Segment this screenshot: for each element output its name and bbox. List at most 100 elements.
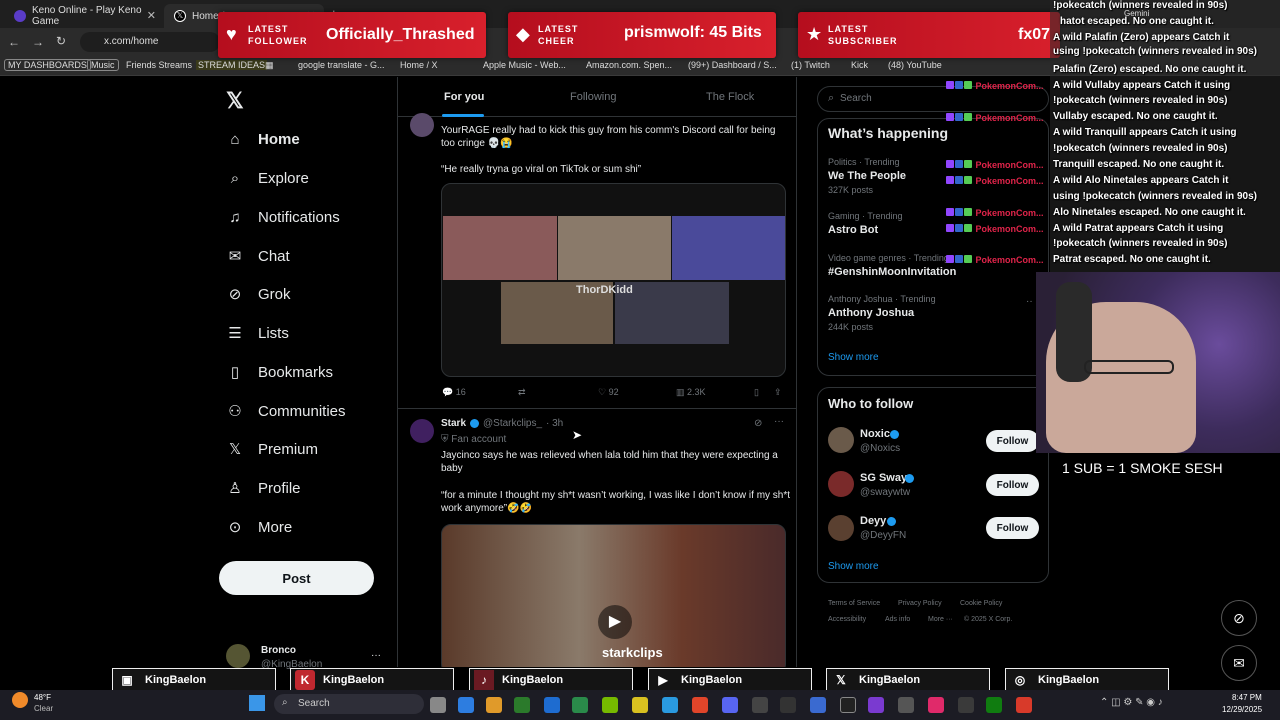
app-icon[interactable] xyxy=(958,697,974,713)
nav-communities[interactable]: ⚇ Communities xyxy=(226,396,345,426)
nav-explore[interactable]: ⌕ Explore xyxy=(226,163,309,193)
outlook-icon[interactable] xyxy=(544,697,560,713)
bookmark-item[interactable]: (1) Twitch xyxy=(791,60,830,70)
avatar[interactable] xyxy=(410,113,434,137)
like-button[interactable]: ♡ 92 xyxy=(598,387,619,398)
back-icon[interactable]: ← xyxy=(8,35,20,49)
follow-button[interactable]: Follow xyxy=(986,517,1039,539)
nav-premium[interactable]: 𝕏 Premium xyxy=(226,434,318,464)
trend-title[interactable]: #GenshinMoonInvitation xyxy=(828,266,956,278)
chrome-icon[interactable] xyxy=(692,697,708,713)
bookmark-item[interactable]: google translate - G... xyxy=(298,60,385,70)
trend-title[interactable]: Anthony Joshua xyxy=(828,307,914,319)
start-icon[interactable] xyxy=(249,695,265,711)
show-more-link[interactable]: Show more xyxy=(828,352,879,363)
nav-lists[interactable]: ☰ Lists xyxy=(226,318,289,348)
tab-following[interactable]: Following xyxy=(570,91,616,103)
x-app-icon[interactable] xyxy=(840,697,856,713)
trend-more-icon[interactable]: ·· xyxy=(1026,296,1033,307)
avatar[interactable] xyxy=(828,515,854,541)
tab-for-you[interactable]: For you xyxy=(444,91,484,103)
nav-chat[interactable]: ✉ Chat xyxy=(226,241,290,271)
store-icon[interactable] xyxy=(514,697,530,713)
follow-button[interactable]: Follow xyxy=(986,430,1039,452)
notes-icon[interactable] xyxy=(632,697,648,713)
app-icon[interactable] xyxy=(1016,697,1032,713)
taskbar-search[interactable]: ⌕ Search xyxy=(274,694,424,714)
footer-link[interactable]: Privacy Policy xyxy=(898,600,942,607)
nav-notifications[interactable]: ♫ Notifications xyxy=(226,202,339,232)
nav-grok[interactable]: ⊘ Grok xyxy=(226,279,291,309)
repost-icon[interactable]: ⇄ xyxy=(518,387,526,398)
bookmark-icon[interactable]: ▯ xyxy=(754,387,759,398)
clock-time[interactable]: 8:47 PM xyxy=(1232,693,1262,702)
apps-grid-icon[interactable]: ▦ xyxy=(265,60,274,71)
copilot-icon[interactable] xyxy=(458,697,474,713)
suggestion-name[interactable]: Deyy xyxy=(860,515,886,527)
more-options-icon[interactable]: ··· xyxy=(774,415,784,428)
tray-icons[interactable]: ⌃ ◫ ⚙ ✎ ◉ ♪ xyxy=(1100,697,1163,708)
bookmark-item[interactable]: Home / X xyxy=(400,60,438,70)
account-name[interactable]: Bronco xyxy=(261,645,296,656)
xbox-icon[interactable] xyxy=(986,697,1002,713)
post-button[interactable]: Post xyxy=(219,561,374,595)
nav-bookmarks[interactable]: ▯ Bookmarks xyxy=(226,357,333,387)
tweet-media-video[interactable]: ▶ starkclips xyxy=(441,524,786,667)
grok-icon[interactable]: ⊘ xyxy=(1221,600,1257,636)
discord-icon[interactable] xyxy=(722,697,738,713)
author-name[interactable]: Stark xyxy=(441,417,466,430)
follow-button[interactable]: Follow xyxy=(986,474,1039,496)
reload-icon[interactable]: ↻ xyxy=(56,34,66,48)
share-icon[interactable]: ⇪ xyxy=(774,387,782,398)
x-logo-icon[interactable]: 𝕏 xyxy=(226,88,244,114)
tweet-media-video[interactable]: ThorDKidd xyxy=(441,183,786,377)
bookmark-item[interactable]: Kick xyxy=(851,60,868,70)
url-field[interactable]: x.com/home xyxy=(80,32,220,52)
obs-icon[interactable] xyxy=(898,697,914,713)
bookmark-item[interactable]: MY DASHBOARDS xyxy=(4,59,91,71)
close-tab-icon[interactable]: ✕ xyxy=(147,9,156,22)
account-menu-icon[interactable]: ··· xyxy=(371,650,381,661)
footer-link[interactable]: More ··· xyxy=(928,616,953,623)
footer-link[interactable]: Cookie Policy xyxy=(960,600,1002,607)
edge-icon[interactable] xyxy=(662,697,678,713)
tab-keno[interactable]: Keno Online - Play Keno Game ✕ xyxy=(4,4,164,28)
play-icon[interactable]: ▶ xyxy=(598,605,632,639)
views-button[interactable]: ▥ 2.3K xyxy=(676,387,706,398)
show-more-link[interactable]: Show more xyxy=(828,561,879,572)
suggestion-name[interactable]: Noxic xyxy=(860,428,890,440)
avatar[interactable] xyxy=(828,427,854,453)
forward-icon[interactable]: → xyxy=(32,35,44,49)
app-icon[interactable] xyxy=(572,697,588,713)
tab-the-flock[interactable]: The Flock xyxy=(706,91,754,103)
nav-home[interactable]: ⌂ Home xyxy=(226,124,299,154)
nav-more[interactable]: ⊙ More xyxy=(226,512,292,542)
footer-link[interactable]: Terms of Service xyxy=(828,600,880,607)
bookmark-item[interactable]: (99+) Dashboard / S... xyxy=(688,60,777,70)
weather-icon[interactable] xyxy=(12,692,28,708)
bookmark-item[interactable]: Amazon.com. Spen... xyxy=(586,60,672,70)
app-icon[interactable] xyxy=(868,697,884,713)
bookmark-item[interactable]: STREAM IDEAS xyxy=(196,60,268,70)
trend-title[interactable]: We The People xyxy=(828,170,906,182)
avatar[interactable] xyxy=(828,471,854,497)
bookmark-item[interactable]: (48) YouTube xyxy=(888,60,942,70)
epic-games-icon[interactable] xyxy=(780,697,796,713)
avatar[interactable] xyxy=(410,419,434,443)
file-explorer-icon[interactable] xyxy=(486,697,502,713)
task-view-icon[interactable] xyxy=(430,697,446,713)
bookmark-item[interactable]: Apple Music - Web... xyxy=(483,60,566,70)
tweet-time[interactable]: · 3h xyxy=(546,417,563,430)
grok-icon[interactable]: ⊘ xyxy=(754,417,762,430)
reply-button[interactable]: 💬 16 xyxy=(442,387,466,398)
avatar[interactable] xyxy=(226,644,250,668)
footer-link[interactable]: Accessibility xyxy=(828,616,866,623)
app-icon[interactable] xyxy=(810,697,826,713)
clock-date[interactable]: 12/29/2025 xyxy=(1222,705,1262,714)
bookmark-item[interactable]: Friends Streams xyxy=(126,60,192,70)
suggestion-name[interactable]: SG Sway xyxy=(860,472,907,484)
steam-icon[interactable] xyxy=(752,697,768,713)
footer-link[interactable]: Ads info xyxy=(885,616,910,623)
nav-profile[interactable]: ♙ Profile xyxy=(226,473,300,503)
messages-icon[interactable]: ✉ xyxy=(1221,645,1257,681)
